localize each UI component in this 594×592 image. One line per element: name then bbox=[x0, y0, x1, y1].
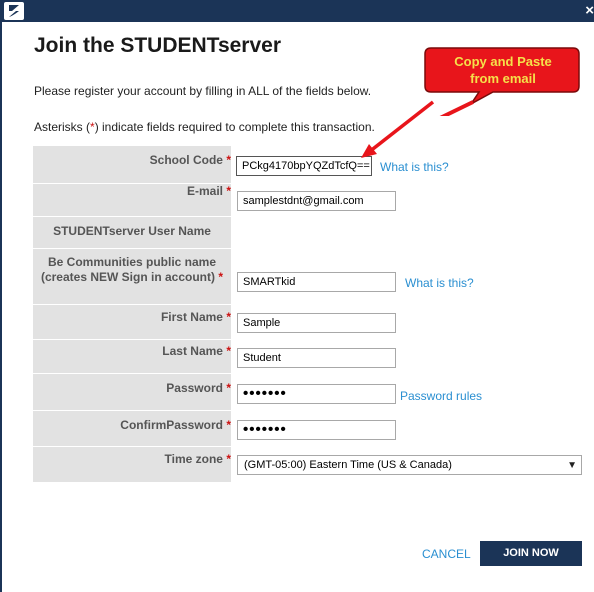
cancel-button[interactable]: CANCEL bbox=[422, 547, 471, 561]
row-divider bbox=[33, 216, 594, 217]
callout-line-1: Copy and Paste bbox=[454, 54, 552, 69]
close-icon[interactable]: × bbox=[585, 1, 594, 21]
app-logo-icon bbox=[4, 2, 24, 20]
first-name-label: First Name * bbox=[160, 310, 231, 324]
password-rules-link[interactable]: Password rules bbox=[400, 389, 482, 403]
dropdown-arrow-icon: ▼ bbox=[567, 460, 577, 471]
school-code-input[interactable]: PCkg4170bpYQZdTcfQ== bbox=[236, 156, 372, 176]
time-zone-label: Time zone * bbox=[164, 452, 231, 466]
window-left-border bbox=[0, 22, 2, 592]
callout-line-2: from email bbox=[470, 71, 536, 86]
first-name-input[interactable]: Sample bbox=[237, 313, 396, 333]
password-label: Password * bbox=[166, 381, 231, 395]
row-divider bbox=[33, 248, 594, 249]
last-name-input[interactable]: Student bbox=[237, 348, 396, 368]
required-note-suffix: ) indicate fields required to complete t… bbox=[94, 120, 375, 134]
time-zone-select[interactable]: (GMT-05:00) Eastern Time (US & Canada) ▼ bbox=[237, 455, 582, 475]
email-input[interactable]: samplestdnt@gmail.com bbox=[237, 191, 396, 211]
last-name-label: Last Name * bbox=[162, 344, 231, 358]
required-note-prefix: Asterisks ( bbox=[34, 120, 91, 134]
row-divider bbox=[33, 373, 594, 374]
row-divider bbox=[33, 304, 594, 305]
school-code-label: School Code * bbox=[149, 153, 231, 167]
confirm-password-input[interactable]: ••••••• bbox=[237, 420, 396, 440]
password-input[interactable]: ••••••• bbox=[237, 384, 396, 404]
row-divider bbox=[33, 446, 594, 447]
window-titlebar: × bbox=[0, 0, 594, 22]
public-name-input[interactable]: SMARTkid bbox=[237, 272, 396, 292]
time-zone-selected-value: (GMT-05:00) Eastern Time (US & Canada) bbox=[244, 459, 452, 471]
required-note: Asterisks (*) indicate fields required t… bbox=[34, 120, 375, 134]
page-title: Join the STUDENTserver bbox=[34, 34, 282, 57]
public-name-help-link[interactable]: What is this? bbox=[405, 276, 474, 290]
row-divider bbox=[33, 183, 594, 184]
intro-text: Please register your account by filling … bbox=[34, 84, 372, 98]
row-divider bbox=[33, 339, 594, 340]
form-label-column: School Code * E-mail * STUDENTserver Use… bbox=[33, 146, 231, 482]
school-code-help-link[interactable]: What is this? bbox=[380, 160, 449, 174]
join-now-button[interactable]: JOIN NOW bbox=[480, 541, 582, 566]
copy-paste-callout: Copy and Paste from email bbox=[424, 47, 580, 116]
email-label: E-mail * bbox=[186, 184, 231, 198]
row-divider bbox=[33, 410, 594, 411]
callout-pointer bbox=[361, 100, 435, 158]
user-name-label: STUDENTserver User Name bbox=[53, 224, 211, 238]
public-name-label: Be Communities public name (creates NEW S… bbox=[40, 255, 224, 284]
confirm-password-label: ConfirmPassword * bbox=[120, 418, 231, 432]
